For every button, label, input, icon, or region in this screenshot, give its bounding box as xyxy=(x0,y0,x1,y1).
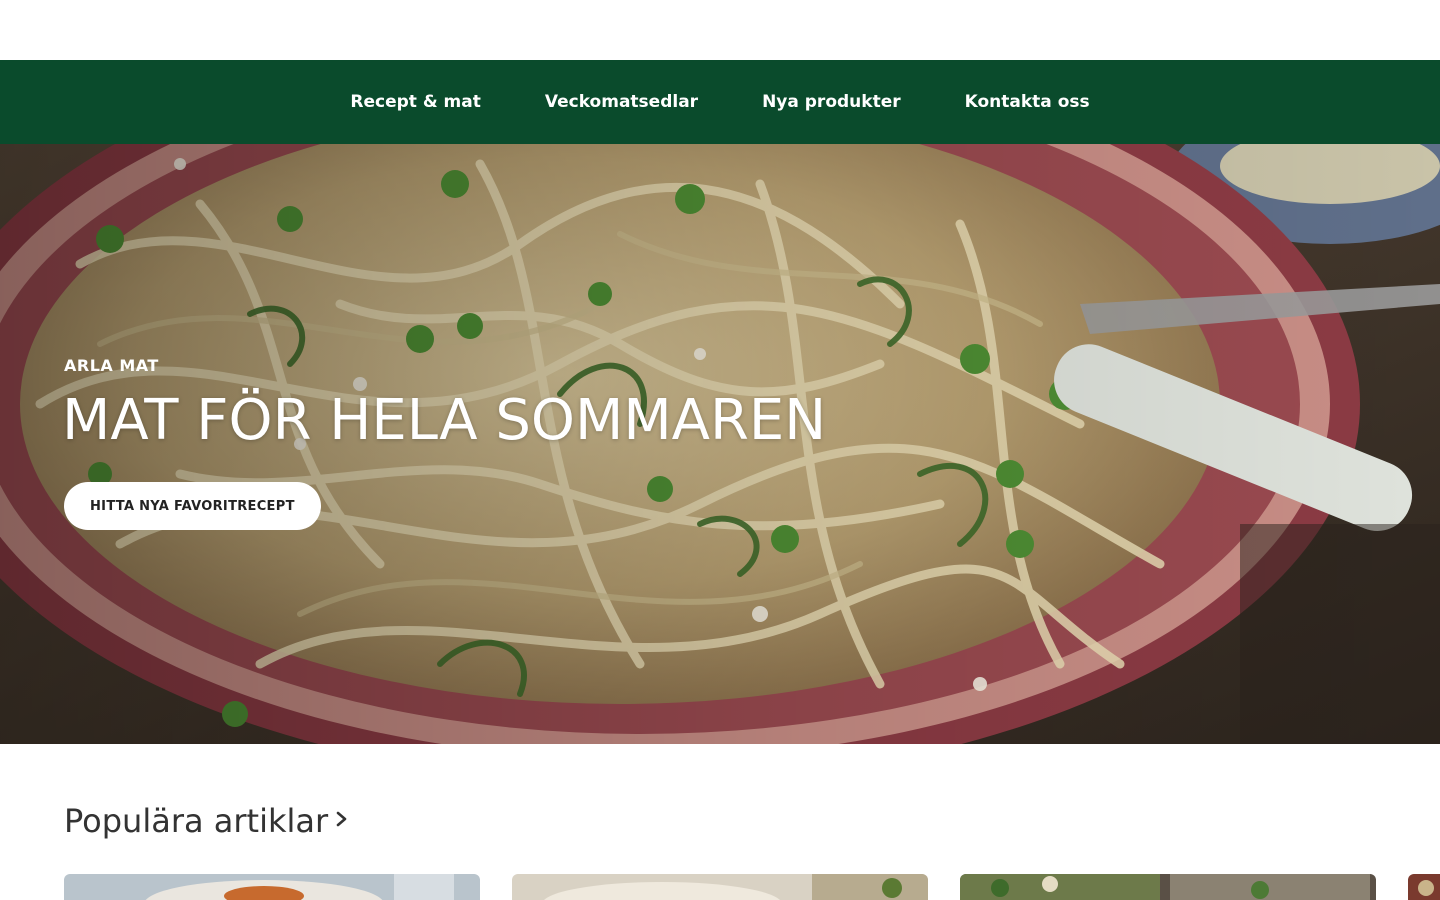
top-header-bar xyxy=(0,0,1440,60)
article-card-image xyxy=(512,874,928,900)
article-card[interactable] xyxy=(512,874,928,900)
hero-headline: MAT FÖR HELA SOMMAREN xyxy=(62,388,827,453)
article-card[interactable] xyxy=(960,874,1376,900)
hero-eyebrow: ARLA MAT xyxy=(64,356,159,375)
popular-articles-list xyxy=(0,874,1440,900)
article-card-image xyxy=(960,874,1376,900)
nav-item-nya-produkter[interactable]: Nya produkter xyxy=(762,92,901,112)
article-card[interactable] xyxy=(64,874,480,900)
hero-banner: ARLA MAT MAT FÖR HELA SOMMAREN HITTA NYA… xyxy=(0,144,1440,744)
nav-item-veckomatsedlar[interactable]: Veckomatsedlar xyxy=(545,92,698,112)
main-navigation: Recept & mat Veckomatsedlar Nya produkte… xyxy=(0,60,1440,144)
popular-articles-heading[interactable]: Populära artiklar xyxy=(64,802,352,840)
chevron-right-icon xyxy=(332,802,352,840)
nav-item-kontakta-oss[interactable]: Kontakta oss xyxy=(965,92,1090,112)
article-card-image xyxy=(64,874,480,900)
find-favorite-recipes-button[interactable]: HITTA NYA FAVORITRECEPT xyxy=(64,482,321,530)
article-card[interactable] xyxy=(1408,874,1440,900)
popular-articles-label: Populära artiklar xyxy=(64,802,329,840)
nav-item-recept-mat[interactable]: Recept & mat xyxy=(350,92,481,112)
article-card-image xyxy=(1408,874,1440,900)
